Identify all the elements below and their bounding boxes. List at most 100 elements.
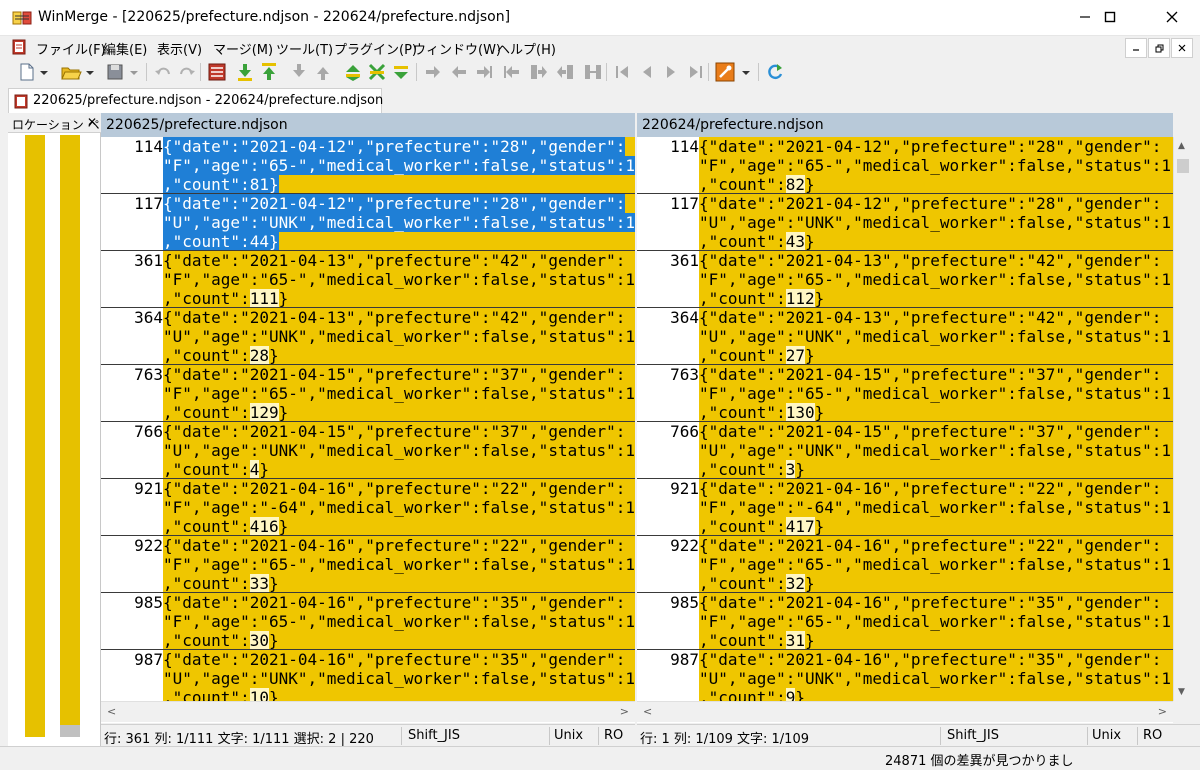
diff-block[interactable]: 985 {"date":"2021-04-16","prefecture":"35… [637, 593, 1173, 650]
scroll-up-icon[interactable]: ▲ [1178, 141, 1185, 151]
diff-block[interactable]: 766 {"date":"2021-04-15","prefecture":"37… [637, 422, 1173, 479]
right-diff-pane[interactable]: 220624/prefecture.ndjson 114 {"date":"202… [637, 113, 1173, 723]
scroll-left-icon[interactable]: < [107, 705, 116, 718]
menu-plugins[interactable]: プラグイン(P) [334, 39, 417, 58]
diff-line-text[interactable]: {"date":"2021-04-12","prefecture":"28","… [699, 194, 1173, 250]
diff-line-text[interactable]: {"date":"2021-04-13","prefecture":"42","… [699, 251, 1173, 307]
last-page-icon[interactable] [684, 61, 706, 83]
next-page-icon[interactable] [660, 61, 682, 83]
diff-block[interactable]: 922 {"date":"2021-04-16","prefecture":"22… [637, 536, 1173, 593]
chevron-down-icon[interactable] [38, 61, 50, 83]
diff-line-text[interactable]: {"date":"2021-04-16","prefecture":"22","… [163, 479, 635, 535]
tab-compare[interactable]: 220625/prefecture.ndjson - 220624/prefec… [8, 88, 383, 113]
copy-all-left-icon[interactable] [554, 61, 576, 83]
diff-block[interactable]: 763 {"date":"2021-04-15","prefecture":"37… [101, 365, 635, 422]
copy-all-right-icon[interactable] [528, 61, 550, 83]
diff-line-text[interactable]: {"date":"2021-04-16","prefecture":"35","… [699, 593, 1173, 649]
diff-block[interactable]: 987 {"date":"2021-04-16","prefecture":"35… [637, 650, 1173, 707]
diff-line-text[interactable]: {"date":"2021-04-12","prefecture":"28","… [699, 137, 1173, 193]
diff-line-text[interactable]: {"date":"2021-04-15","prefecture":"37","… [163, 365, 635, 421]
location-bar-right[interactable] [60, 135, 80, 725]
diff-block[interactable]: 364 {"date":"2021-04-13","prefecture":"42… [637, 308, 1173, 365]
menu-file[interactable]: ファイル(F) [36, 39, 106, 58]
copy-left-icon[interactable] [448, 61, 470, 83]
diff-block[interactable]: 361 {"date":"2021-04-13","prefecture":"42… [101, 251, 635, 308]
left-horizontal-scrollbar[interactable]: < > [101, 701, 635, 722]
chevron-down-icon[interactable] [128, 61, 140, 83]
mdi-close-button[interactable] [1171, 38, 1193, 58]
close-button[interactable] [1143, 0, 1200, 34]
diff-block[interactable]: 117 {"date":"2021-04-12","prefecture":"28… [637, 194, 1173, 251]
diff-line-text[interactable]: {"date":"2021-04-13","prefecture":"42","… [699, 308, 1173, 364]
diff-line-text[interactable]: {"date":"2021-04-15","prefecture":"37","… [163, 422, 635, 478]
chevron-down-icon[interactable] [740, 61, 752, 83]
diff-block[interactable]: 117 {"date":"2021-04-12","prefecture":"28… [101, 194, 635, 251]
current-diff-icon[interactable] [366, 61, 388, 83]
diff-line-text[interactable]: {"date":"2021-04-16","prefecture":"22","… [699, 536, 1173, 592]
menu-tools[interactable]: ツール(T) [276, 39, 333, 58]
copy-right-icon[interactable] [422, 61, 444, 83]
chevron-down-icon[interactable] [84, 61, 96, 83]
diff-line-text[interactable]: {"date":"2021-04-16","prefecture":"22","… [699, 479, 1173, 535]
save-icon[interactable] [104, 61, 126, 83]
menu-view[interactable]: 表示(V) [157, 39, 202, 58]
undo-icon[interactable] [152, 61, 174, 83]
diff-block[interactable]: 921 {"date":"2021-04-16","prefecture":"22… [101, 479, 635, 536]
prev-page-icon[interactable] [636, 61, 658, 83]
diff-block[interactable]: 766 {"date":"2021-04-15","prefecture":"37… [101, 422, 635, 479]
first-diff-icon[interactable] [342, 61, 364, 83]
scroll-left-icon[interactable]: < [643, 705, 652, 718]
scroll-right-icon[interactable]: > [1158, 705, 1167, 718]
diff-block[interactable]: 921 {"date":"2021-04-16","prefecture":"22… [637, 479, 1173, 536]
diff-block[interactable]: 987 {"date":"2021-04-16","prefecture":"35… [101, 650, 635, 707]
diff-line-text[interactable]: {"date":"2021-04-16","prefecture":"35","… [163, 593, 635, 649]
new-file-icon[interactable] [16, 61, 38, 83]
diff-line-text[interactable]: {"date":"2021-04-16","prefecture":"22","… [163, 536, 635, 592]
scrollbar-thumb[interactable] [1177, 159, 1189, 173]
last-diff-icon[interactable] [390, 61, 412, 83]
diff-block[interactable]: 114 {"date":"2021-04-12","prefecture":"28… [637, 137, 1173, 194]
diff-line-text[interactable]: {"date":"2021-04-15","prefecture":"37","… [699, 422, 1173, 478]
vertical-scrollbar[interactable]: ▲ ▼ [1173, 137, 1191, 701]
menu-edit[interactable]: 編集(E) [103, 39, 147, 58]
diff-block[interactable]: 364 {"date":"2021-04-13","prefecture":"42… [101, 308, 635, 365]
diff-block[interactable]: 114 {"date":"2021-04-12","prefecture":"28… [101, 137, 635, 194]
scroll-down-icon[interactable]: ▼ [1178, 687, 1185, 697]
right-horizontal-scrollbar[interactable]: < > [637, 701, 1173, 722]
copy-right-advance-icon[interactable] [474, 61, 496, 83]
next-diff-icon[interactable] [234, 61, 256, 83]
diff-line-text[interactable]: {"date":"2021-04-12","prefecture":"28","… [163, 137, 635, 193]
previous-conflict-icon[interactable] [312, 61, 334, 83]
menu-merge[interactable]: マージ(M) [213, 39, 273, 58]
left-diff-pane[interactable]: 220625/prefecture.ndjson 114 {"date":"202… [101, 113, 635, 723]
next-conflict-icon[interactable] [288, 61, 310, 83]
diff-line-text[interactable]: {"date":"2021-04-16","prefecture":"35","… [163, 650, 635, 706]
mdi-minimize-button[interactable] [1125, 38, 1147, 58]
refresh-icon[interactable] [764, 61, 786, 83]
compare-icon[interactable] [206, 61, 228, 83]
options-icon[interactable] [714, 61, 736, 83]
diff-block[interactable]: 985 {"date":"2021-04-16","prefecture":"35… [101, 593, 635, 650]
redo-icon[interactable] [176, 61, 198, 83]
copy-left-advance-icon[interactable] [500, 61, 522, 83]
open-folder-icon[interactable] [60, 61, 82, 83]
diff-line-text[interactable]: {"date":"2021-04-15","prefecture":"37","… [699, 365, 1173, 421]
first-page-icon[interactable] [612, 61, 634, 83]
merge-all-icon[interactable] [582, 61, 604, 83]
diff-block[interactable]: 361 {"date":"2021-04-13","prefecture":"42… [637, 251, 1173, 308]
diff-line-text[interactable]: {"date":"2021-04-13","prefecture":"42","… [163, 251, 635, 307]
diff-block[interactable]: 922 {"date":"2021-04-16","prefecture":"22… [101, 536, 635, 593]
close-icon[interactable]: ✕ [87, 115, 97, 129]
menu-window[interactable]: ウィンドウ(W) [413, 39, 501, 58]
maximize-button[interactable] [1087, 0, 1133, 34]
code-line: {"date":"2021-04-13","prefecture":"42","… [699, 251, 1162, 270]
diff-line-text[interactable]: {"date":"2021-04-16","prefecture":"35","… [699, 650, 1173, 706]
diff-line-text[interactable]: {"date":"2021-04-13","prefecture":"42","… [163, 308, 635, 364]
mdi-restore-button[interactable] [1148, 38, 1170, 58]
diff-block[interactable]: 763 {"date":"2021-04-15","prefecture":"37… [637, 365, 1173, 422]
previous-diff-icon[interactable] [258, 61, 280, 83]
diff-line-text[interactable]: {"date":"2021-04-12","prefecture":"28","… [163, 194, 635, 250]
location-bar-left[interactable] [25, 135, 45, 737]
scroll-right-icon[interactable]: > [620, 705, 629, 718]
menu-help[interactable]: ヘルプ(H) [497, 39, 556, 58]
